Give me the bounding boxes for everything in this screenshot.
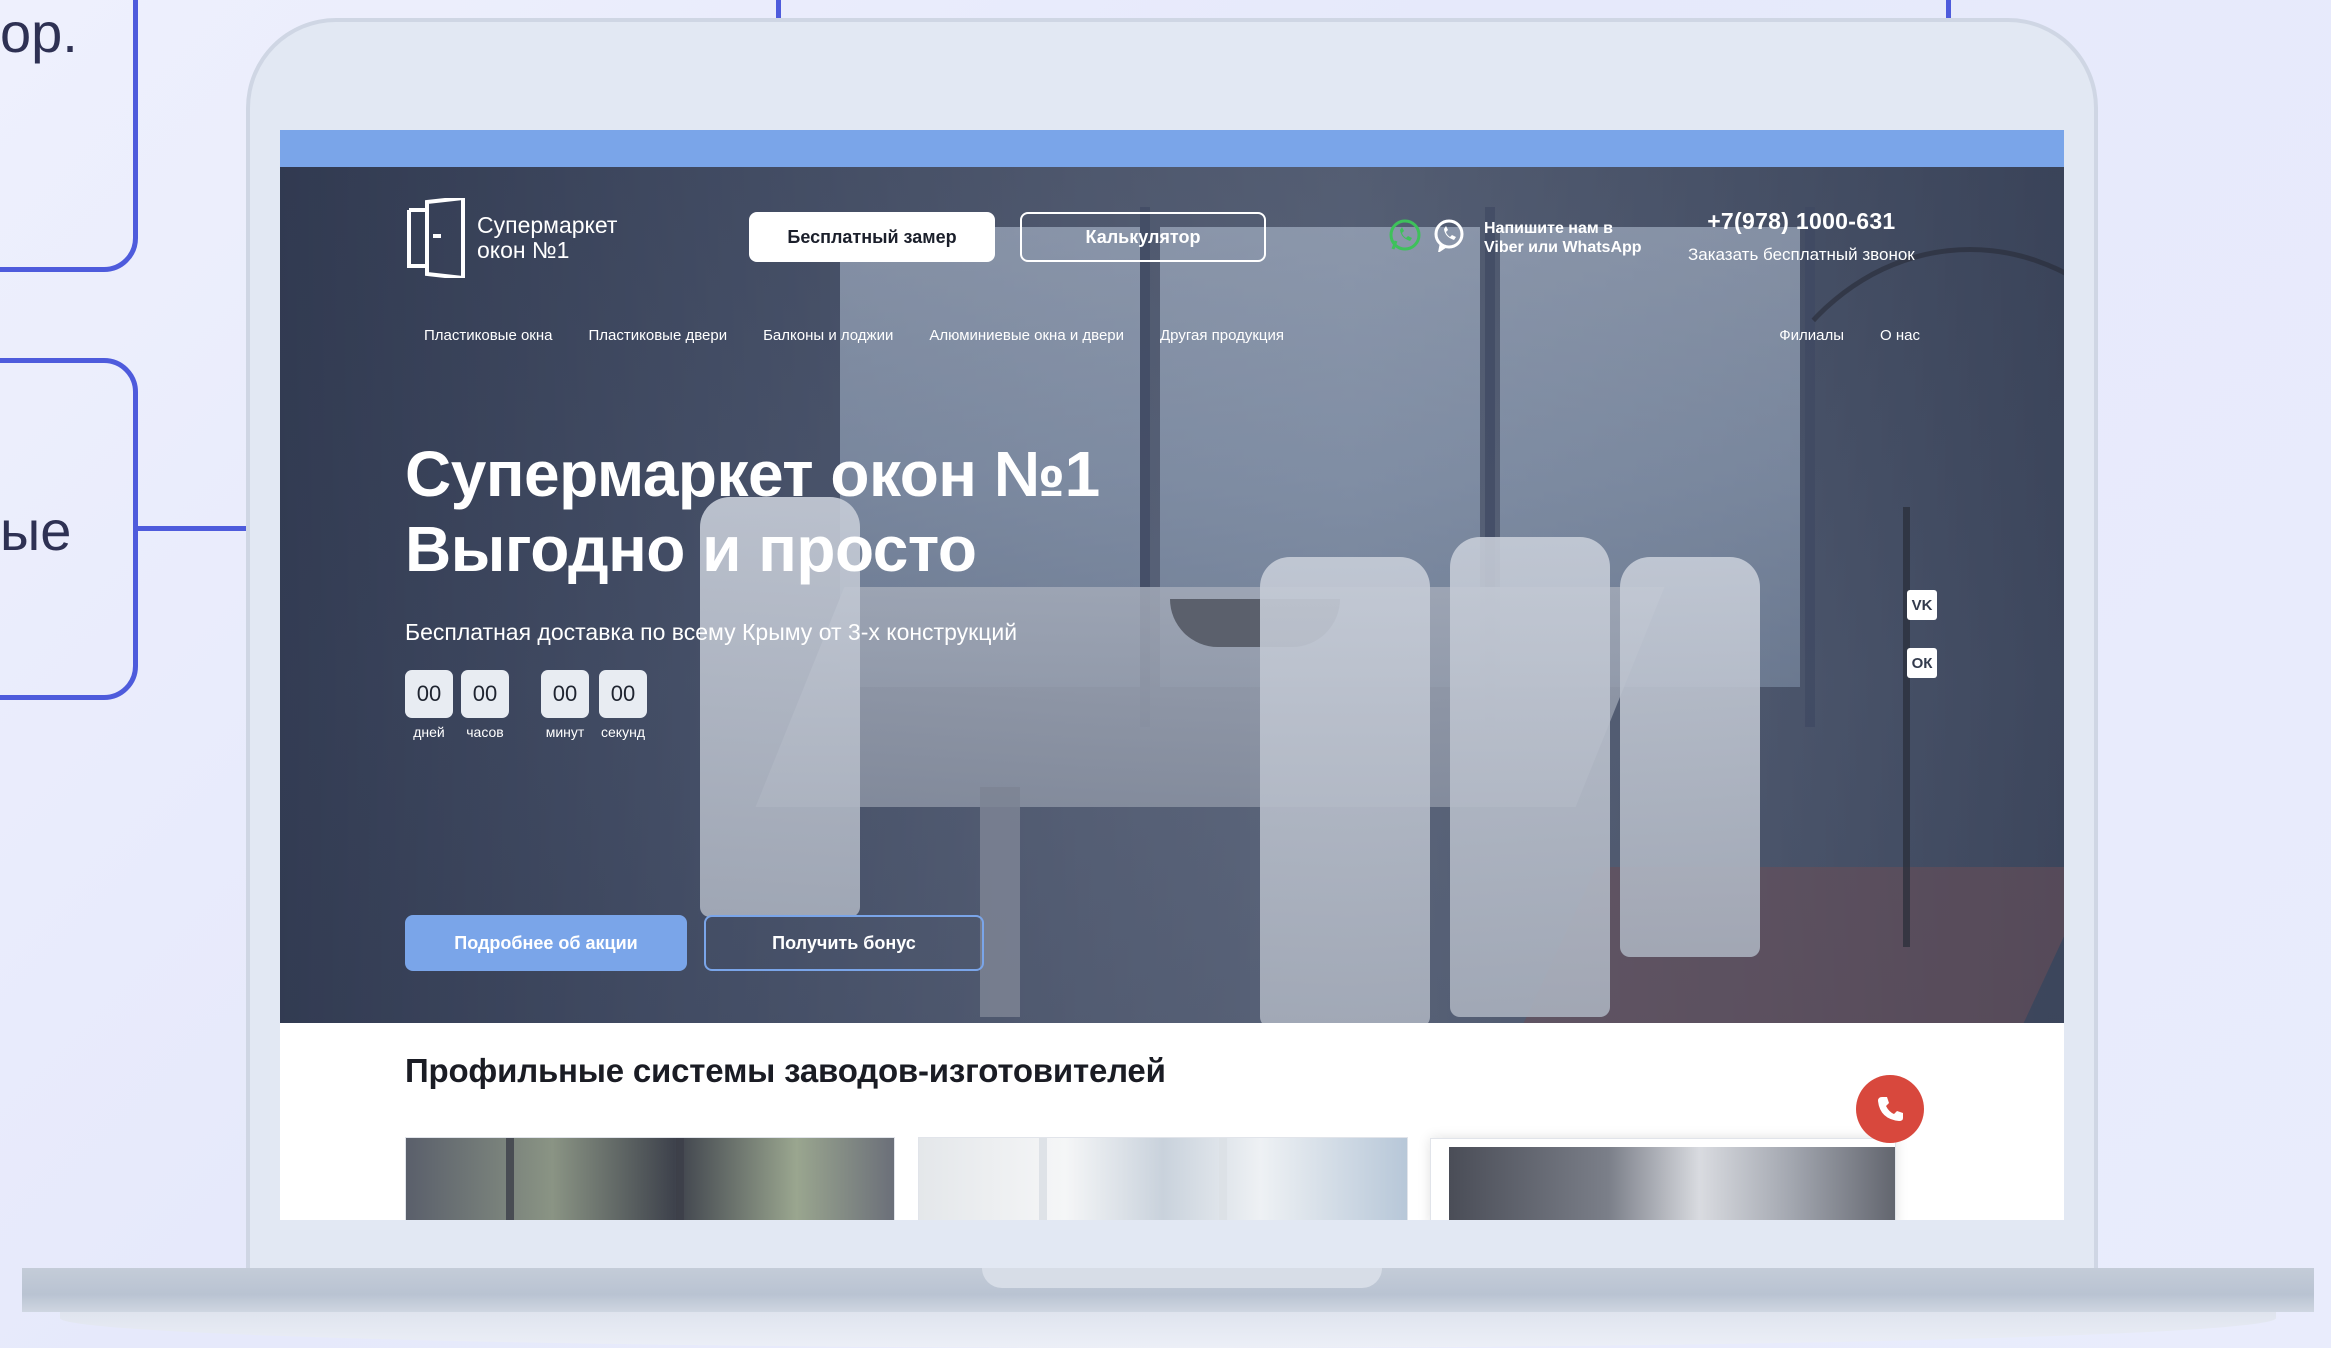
viber-icon[interactable] <box>1432 218 1466 257</box>
nav-item-aluminium[interactable]: Алюминиевые окна и двери <box>929 327 1124 344</box>
vk-icon[interactable]: VK <box>1907 590 1937 620</box>
callout-text-top: ор. <box>0 1 78 64</box>
countdown-hours: 00 часов <box>461 670 509 740</box>
countdown-seconds: 00 секунд <box>599 670 647 740</box>
logo-text: Супермаркет окон №1 <box>477 213 617 263</box>
laptop-screen: Супермаркет окон №1 Бесплатный замер Кал… <box>280 130 2064 1220</box>
free-measure-button[interactable]: Бесплатный замер <box>749 212 995 262</box>
nav-item-branches[interactable]: Филиалы <box>1779 327 1844 344</box>
callback-link[interactable]: Заказать бесплатный звонок <box>1688 245 1915 265</box>
get-bonus-button[interactable]: Получить бонус <box>704 915 984 971</box>
messenger-text-line-1: Напишите нам в <box>1484 219 1613 237</box>
top-accent-bar <box>280 130 2064 167</box>
countdown-timer: 00 дней 00 часов 00 минут 00 секунд <box>405 670 647 740</box>
hero-title-line-1: Супермаркет окон №1 <box>405 438 1100 510</box>
site-logo[interactable]: Супермаркет окон №1 <box>405 195 617 281</box>
card-1-frame <box>506 1138 514 1220</box>
laptop-base <box>22 1268 2314 1312</box>
bg-lamp-pole <box>1903 507 1910 947</box>
profile-card-1[interactable] <box>405 1137 895 1220</box>
social-links: VK ОК <box>1907 590 1937 678</box>
bg-chair-2 <box>1260 557 1430 1023</box>
callout-box-top: ор. <box>0 0 138 272</box>
secondary-nav: Филиалы О нас <box>1779 327 1920 344</box>
phone-icon <box>1878 1097 1903 1121</box>
countdown-minutes: 00 минут <box>541 670 589 740</box>
profile-card-3[interactable] <box>1430 1138 1896 1220</box>
countdown-minutes-label: минут <box>545 724 585 740</box>
messenger-contact[interactable]: Напишите нам в Viber или WhatsApp <box>1388 218 1642 257</box>
hero-title: Супермаркет окон №1 Выгодно и просто <box>405 437 1100 587</box>
section-title: Профильные системы заводов-изготовителей <box>405 1052 1166 1089</box>
nav-item-other-products[interactable]: Другая продукция <box>1160 327 1284 344</box>
card-1-frame-2 <box>676 1138 684 1220</box>
countdown-days-label: дней <box>413 724 445 740</box>
bg-chair-4 <box>1620 557 1760 957</box>
messenger-text: Напишите нам в Viber или WhatsApp <box>1484 219 1642 257</box>
call-button[interactable] <box>1856 1075 1924 1143</box>
messenger-text-line-2: Viber или WhatsApp <box>1484 238 1642 256</box>
countdown-days: 00 дней <box>405 670 453 740</box>
logo-line-2: окон №1 <box>477 237 570 263</box>
card-2-frame-2 <box>1219 1138 1227 1220</box>
hero-title-line-2: Выгодно и просто <box>405 513 977 585</box>
nav-item-balconies[interactable]: Балконы и лоджии <box>763 327 893 344</box>
nav-item-about[interactable]: О нас <box>1880 327 1920 344</box>
whatsapp-icon[interactable] <box>1388 218 1422 257</box>
laptop-foot <box>60 1312 2276 1348</box>
laptop-notch <box>982 1268 1382 1288</box>
callout-text-middle: ые <box>0 499 72 562</box>
nav-item-plastic-doors[interactable]: Пластиковые двери <box>589 327 728 344</box>
bg-table-leg <box>980 787 1020 1017</box>
card-3-image <box>1449 1147 1895 1220</box>
callout-box-middle: ые <box>0 358 138 700</box>
odnoklassniki-icon[interactable]: ОК <box>1907 648 1937 678</box>
countdown-seconds-value: 00 <box>599 670 647 718</box>
logo-window-icon <box>405 195 467 281</box>
countdown-hours-label: часов <box>466 724 504 740</box>
main-nav: Пластиковые окна Пластиковые двери Балко… <box>424 327 1284 344</box>
bg-chair-3 <box>1450 537 1610 1017</box>
logo-line-1: Супермаркет <box>477 212 618 238</box>
card-2-frame <box>1039 1138 1047 1220</box>
countdown-hours-value: 00 <box>461 670 509 718</box>
hero-subtitle: Бесплатная доставка по всему Крыму от 3-… <box>405 619 1018 645</box>
countdown-seconds-label: секунд <box>601 724 645 740</box>
hero-section: Супермаркет окон №1 Бесплатный замер Кал… <box>280 167 2064 1023</box>
countdown-days-value: 00 <box>405 670 453 718</box>
nav-item-plastic-windows[interactable]: Пластиковые окна <box>424 327 553 344</box>
calculator-button[interactable]: Калькулятор <box>1020 212 1266 262</box>
phone-number[interactable]: +7(978) 1000-631 <box>1688 208 1915 235</box>
promo-details-button[interactable]: Подробнее об акции <box>405 915 687 971</box>
phone-block: +7(978) 1000-631 Заказать бесплатный зво… <box>1688 208 1915 265</box>
countdown-minutes-value: 00 <box>541 670 589 718</box>
profile-card-2[interactable] <box>918 1137 1408 1220</box>
